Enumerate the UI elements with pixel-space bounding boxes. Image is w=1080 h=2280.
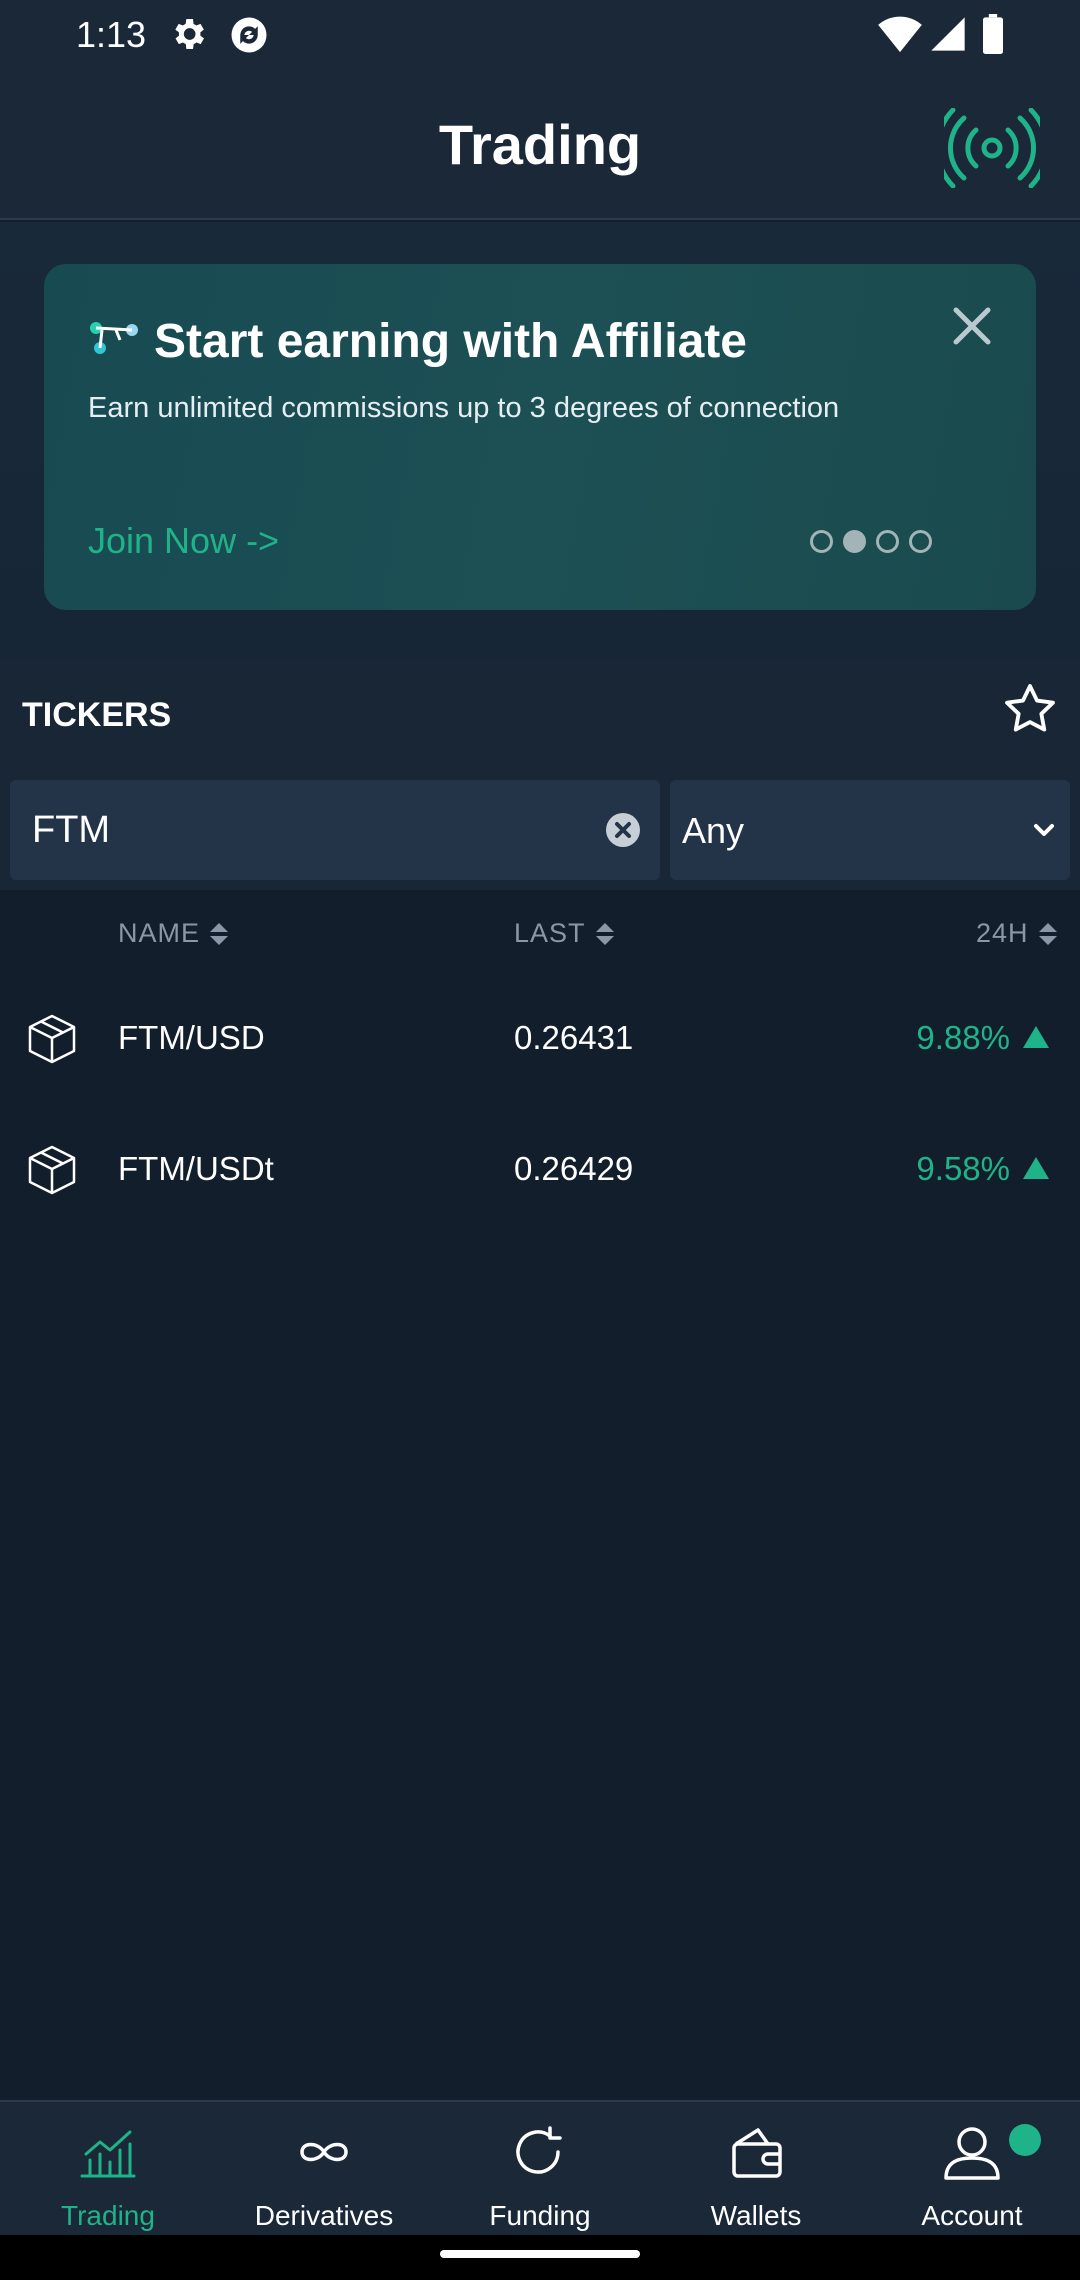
banner-title: Start earning with Affiliate [154,315,747,368]
nav-account[interactable]: Account [864,2102,1080,2237]
star-icon[interactable] [1000,680,1060,743]
affiliate-banner[interactable]: Start earning with Affiliate Earn unlimi… [44,264,1036,610]
close-icon[interactable] [952,306,992,351]
nav-derivatives-label: Derivatives [254,2200,394,2231]
gesture-bar [0,2235,1080,2280]
clear-icon[interactable] [605,812,641,853]
carousel-dot[interactable] [876,530,899,553]
token-cube-icon [26,1144,78,1201]
column-last-label: LAST [514,918,586,948]
chevron-down-icon [1032,818,1056,847]
home-indicator[interactable] [440,2250,640,2258]
sort-icon [595,922,614,945]
broadcast-icon[interactable] [934,107,1050,193]
nav-trading-label: Trading [61,2200,155,2231]
banner-section: Start earning with Affiliate Earn unlimi… [0,222,1080,660]
join-now-link[interactable]: Join Now -> [88,520,279,562]
user-icon [942,2124,1002,2185]
nav-derivatives[interactable]: Derivatives [216,2102,432,2237]
column-last-header[interactable]: LAST [514,918,616,949]
status-bar: 1:13 [0,0,1080,70]
ticker-pair: FTM/USD [118,1019,265,1056]
battery-icon [982,14,1004,59]
table-row[interactable]: FTM/USDt 0.26429 9.58% [0,1106,1080,1236]
wifi-icon [878,14,922,59]
status-time: 1:13 [76,14,147,55]
ticker-filters: Any [0,770,1080,890]
market-filter-value: Any [682,810,745,851]
affiliate-network-icon [86,320,142,361]
ticker-column-headers: NAME LAST 24H [0,890,1080,980]
search-input[interactable] [32,802,572,858]
wallet-icon [726,2124,786,2185]
nav-funding-label: Funding [489,2200,591,2231]
banner-description: Earn unlimited commissions up to 3 degre… [88,392,840,424]
ticker-last-price: 0.26429 [514,1150,634,1187]
page-title: Trading [438,113,642,176]
nav-trading[interactable]: Trading [0,2102,216,2237]
ticker-change: 9.58% [916,1150,1010,1187]
carousel-dots [810,530,932,553]
column-24h-label: 24H [976,918,1029,948]
market-filter-select[interactable]: Any [670,780,1070,880]
column-24h-header[interactable]: 24H [976,918,1059,949]
tickers-header: TICKERS [0,660,1080,770]
search-box [10,780,660,880]
signal-icon [928,14,968,59]
table-row[interactable]: FTM/USD 0.26431 9.88% [0,975,1080,1105]
tickers-label: TICKERS [22,696,172,734]
nav-account-label: Account [921,2200,1023,2231]
gear-icon [168,14,208,59]
refresh-icon [510,2124,570,2185]
carousel-dot[interactable] [909,530,932,553]
column-name-label: NAME [118,918,201,948]
arrow-up-icon [1022,1025,1050,1054]
nav-wallets-label: Wallets [710,2200,802,2231]
column-name-header[interactable]: NAME [118,918,230,949]
nav-funding[interactable]: Funding [432,2102,648,2237]
ticker-last-price: 0.26431 [514,1019,634,1056]
sort-icon [1038,922,1057,945]
carousel-dot[interactable] [810,530,833,553]
chart-icon [78,2124,138,2185]
infinity-icon [294,2124,354,2185]
arrow-up-icon [1022,1156,1050,1185]
sync-icon [228,14,270,61]
token-cube-icon [26,1013,78,1070]
nav-wallets[interactable]: Wallets [648,2102,864,2237]
app-bar: Trading [0,70,1080,220]
ticker-pair: FTM/USDt [118,1150,274,1187]
notification-badge [1009,2124,1041,2156]
sort-icon [210,922,229,945]
carousel-dot-active[interactable] [843,530,866,553]
bottom-nav: Trading Derivatives Funding Wallets Acco… [0,2100,1080,2235]
ticker-change: 9.88% [916,1019,1010,1056]
